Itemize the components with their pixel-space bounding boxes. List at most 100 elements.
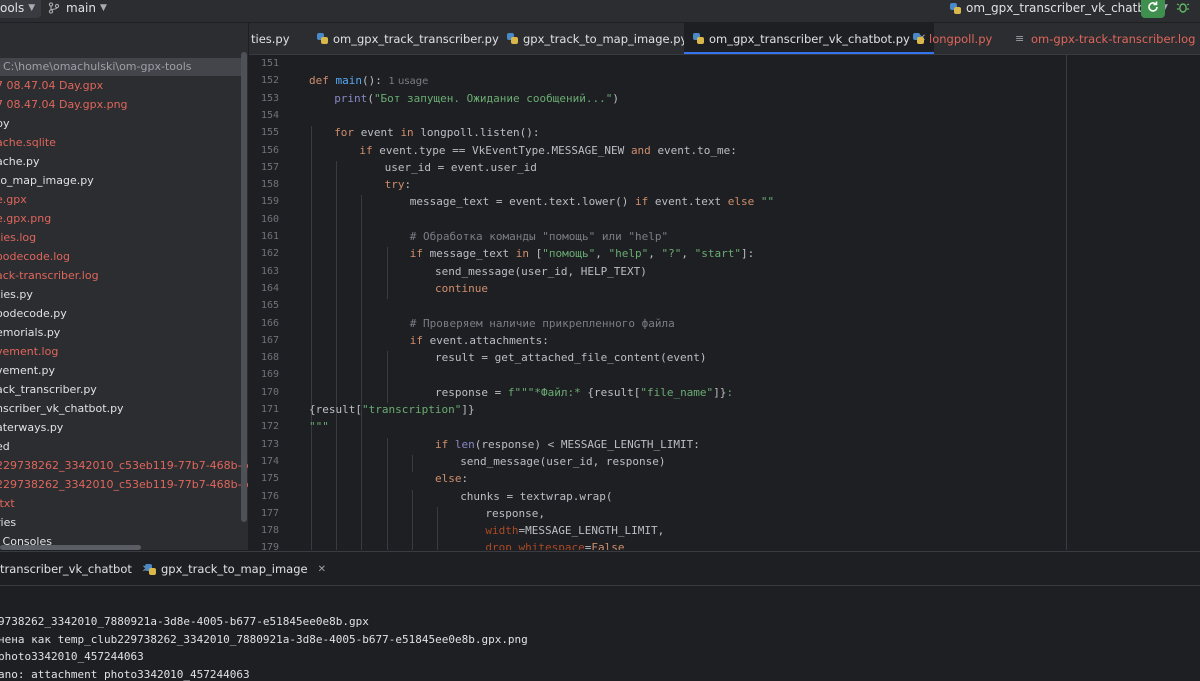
- tree-item[interactable]: e.gpx: [0, 191, 27, 209]
- line-number: 152: [260, 75, 279, 87]
- line-number: 174: [260, 455, 279, 467]
- indent-guide: [411, 489, 413, 550]
- tree-item[interactable]: ack-transcriber.log: [0, 267, 99, 285]
- run-tab-vk-chatbot[interactable]: transcriber_vk_chatbot ✕: [0, 560, 150, 578]
- code-token: width: [485, 524, 519, 538]
- code-token: ():: [362, 74, 389, 88]
- code-line: try:: [385, 178, 412, 191]
- code-line: width=MESSAGE_LENGTH_LIMIT,: [485, 524, 664, 537]
- line-number: 172: [260, 421, 279, 433]
- code-editor[interactable]: 151 152 153 154 155 156 157 158 159 160 161 162 163 1…: [249, 55, 1200, 550]
- tree-item[interactable]: 7 08.47.04 Day.gpx: [0, 77, 103, 95]
- line-number: 178: [260, 525, 279, 537]
- tree-item[interactable]: to_map_image.py: [0, 172, 94, 190]
- horizontal-scrollbar[interactable]: [0, 545, 141, 550]
- vcs-branch-widget[interactable]: main ▼: [42, 0, 113, 18]
- line-number: 169: [260, 369, 279, 381]
- python-file-icon: [507, 33, 518, 44]
- code-token: len: [454, 437, 475, 451]
- tab-om-gpx-track-transcriber[interactable]: om_gpx_track_transcriber.py: [317, 23, 499, 54]
- run-tab-label: gpx_track_to_map_image: [161, 562, 308, 576]
- code-token: continue: [435, 281, 488, 295]
- vertical-scrollbar[interactable]: [241, 52, 247, 522]
- code-token: and: [630, 143, 658, 157]
- code-token: event.attachments:: [429, 333, 549, 347]
- code-token: for: [334, 126, 361, 140]
- chevron-down-icon: ▼: [99, 3, 107, 13]
- tree-item[interactable]: aterways.py: [0, 419, 63, 437]
- line-number: 154: [260, 109, 279, 121]
- run-tab-label: transcriber_vk_chatbot: [0, 562, 132, 576]
- tab-gpx-track-to-map-image[interactable]: gpx_track_to_map_image.py: [507, 23, 687, 54]
- code-token: False: [591, 541, 625, 550]
- tab-om-gpx-transcriber-vk-chatbot[interactable]: om_gpx_transcriber_vk_chatbot.py ✕: [684, 23, 935, 54]
- tree-item[interactable]: oodecode.py: [0, 305, 67, 323]
- rerun-button[interactable]: [1141, 0, 1165, 18]
- main-toolbar: ools ▼ main ▼ om_gpx_transcriber_vk_chat…: [0, 0, 1200, 23]
- tree-item[interactable]: 7 08.47.04 Day.gpx.png: [0, 96, 128, 114]
- code-token: def: [309, 74, 336, 88]
- tree-item[interactable]: ties.py: [0, 286, 33, 304]
- debug-button[interactable]: [1171, 0, 1195, 18]
- tree-item[interactable]: vement.log: [0, 343, 58, 361]
- indent-guide: [336, 160, 338, 550]
- tree-item[interactable]: py: [0, 115, 10, 133]
- tree-item[interactable]: nscriber_vk_chatbot.py: [0, 400, 124, 418]
- line-number: 158: [260, 179, 279, 191]
- console-line: photo3342010_457244063: [0, 650, 144, 663]
- code-token: event.to_me:: [657, 143, 737, 157]
- tab-longpoll[interactable]: longpoll.py: [913, 23, 992, 54]
- tree-item[interactable]: 229738262_3342010_c53eb119-77b7-468b-b33…: [0, 476, 248, 494]
- line-number: 164: [260, 282, 279, 294]
- tree-item[interactable]: ache.py: [0, 153, 40, 171]
- code-token: (: [367, 91, 374, 105]
- code-line: message_text = event.text.lower() if eve…: [410, 195, 774, 208]
- close-icon[interactable]: ✕: [318, 564, 326, 575]
- code-token: "Бот запущен. Ожидание сообщений...": [373, 91, 613, 105]
- tree-item[interactable]: ack_transcriber.py: [0, 381, 97, 399]
- code-token: try: [384, 178, 405, 192]
- tree-item[interactable]: ed: [0, 438, 10, 456]
- code-line: send_message(user_id, HELP_TEXT): [435, 265, 647, 278]
- tab-label: gpx_track_to_map_image.py: [523, 31, 688, 46]
- tree-item[interactable]: ries: [0, 514, 16, 532]
- line-number: 170: [260, 386, 279, 398]
- code-token: ,: [681, 247, 695, 261]
- code-token: """: [309, 420, 329, 434]
- indent-guide: [437, 506, 438, 550]
- rerun-icon: [1148, 1, 1158, 12]
- tree-root-path[interactable]: C:\home\omachulski\om-gpx-tools: [0, 58, 246, 76]
- run-tab-gpx-track-to-map-image[interactable]: gpx_track_to_map_image ✕: [145, 560, 326, 578]
- code-token: if: [435, 437, 455, 451]
- tree-item[interactable]: ties.log: [0, 229, 36, 247]
- code-token: else: [435, 472, 462, 486]
- code-line: {result["transcription"]}: [309, 403, 475, 416]
- code-token: in: [400, 126, 421, 140]
- tab-om-gpx-track-transcriber-log[interactable]: ≡ om-gpx-track-transcriber.log: [1015, 23, 1195, 54]
- run-tool-window: transcriber_vk_chatbot ✕ gpx_track_to_ma…: [0, 551, 1200, 681]
- main-menu-button[interactable]: ools ▼: [0, 0, 42, 18]
- tree-item[interactable]: oodecode.log: [0, 248, 70, 266]
- run-configuration-selector[interactable]: om_gpx_transcriber_vk_chatbot ▼: [944, 0, 1174, 18]
- tree-item[interactable]: ache.sqlite: [0, 134, 56, 152]
- code-line: else:: [435, 472, 468, 485]
- indent-guide: [386, 247, 388, 300]
- usage-hint[interactable]: 1 usage: [389, 76, 429, 87]
- code-token: send_message(user_id, HELP_TEXT): [435, 264, 647, 278]
- code-token: # Проверяем наличие прикрепленного файла: [409, 316, 675, 330]
- tree-item[interactable]: .txt: [0, 495, 15, 513]
- code-line: send_message(user_id, response): [460, 455, 665, 468]
- tree-item[interactable]: e.gpx.png: [0, 210, 51, 228]
- code-token: {result[: [309, 403, 362, 416]
- code-token: message_text = event.text.lower(): [409, 195, 635, 209]
- python-file-icon: [317, 33, 328, 44]
- code-line: if event.attachments:: [410, 334, 549, 347]
- line-number: 159: [260, 196, 279, 208]
- tab-label: longpoll.py: [929, 31, 993, 46]
- tree-item[interactable]: 229738262_3342010_c53eb119-77b7-468b-b33…: [0, 457, 248, 475]
- tree-item[interactable]: emorials.py: [0, 324, 60, 342]
- tree-item[interactable]: vement.py: [0, 362, 55, 380]
- code-token: drop_whitespace: [485, 541, 585, 550]
- python-file-icon: [693, 33, 704, 44]
- tab-ties-py[interactable]: ties.py: [251, 23, 290, 54]
